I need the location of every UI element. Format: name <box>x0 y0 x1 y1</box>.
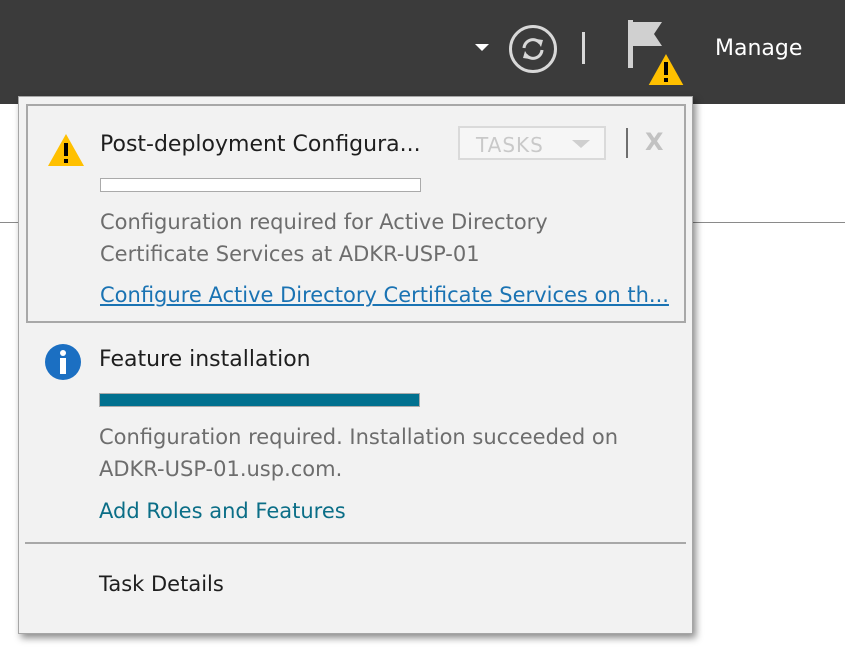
progress-bar <box>99 393 420 407</box>
tasks-dropdown-button[interactable]: TASKS <box>458 126 606 160</box>
tasks-label: TASKS <box>476 133 544 157</box>
progress-fill <box>100 394 419 406</box>
chevron-down-icon <box>572 140 590 148</box>
warning-icon <box>645 50 687 87</box>
refresh-icon <box>522 38 544 60</box>
header-separator <box>626 128 628 158</box>
notification-message: Configuration required. Installation suc… <box>99 425 619 481</box>
notifications-popup: Post-deployment Configura... TASKS X Con… <box>18 96 693 634</box>
add-roles-features-link[interactable]: Add Roles and Features <box>99 499 346 523</box>
close-button[interactable]: X <box>645 128 664 156</box>
notification-post-deployment: Post-deployment Configura... TASKS X Con… <box>26 104 686 323</box>
notification-title: Feature installation <box>99 347 311 372</box>
task-details-link[interactable]: Task Details <box>99 572 224 596</box>
info-icon <box>45 344 81 380</box>
toolbar-separator <box>582 32 585 64</box>
refresh-button[interactable] <box>509 25 557 73</box>
chevron-down-icon[interactable] <box>475 44 489 51</box>
progress-bar <box>100 178 421 192</box>
notification-message: Configuration required for Active Direct… <box>100 210 548 266</box>
configure-adcs-link[interactable]: Configure Active Directory Certificate S… <box>100 283 670 307</box>
warning-icon <box>48 134 84 166</box>
divider <box>25 542 686 544</box>
notification-feature-installation: Feature installation Configuration requi… <box>19 325 692 540</box>
notification-title: Post-deployment Configura... <box>100 132 421 157</box>
top-toolbar: Manage <box>0 0 845 104</box>
manage-menu[interactable]: Manage <box>715 36 802 61</box>
